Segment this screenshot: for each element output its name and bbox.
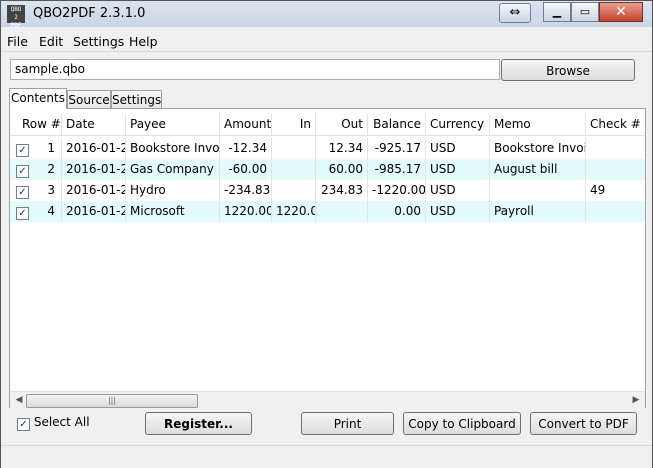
row-number: 1	[47, 141, 55, 155]
tab-source[interactable]: Source	[67, 90, 111, 108]
horizontal-scrollbar[interactable]: ◀ ||| ▶	[10, 391, 645, 408]
status-bar	[1, 445, 652, 468]
row-number-cell: ✓ 2	[10, 159, 62, 180]
out-cell: 60.00	[316, 159, 368, 180]
row-number-cell: ✓ 1	[10, 138, 62, 159]
app-icon: QBO 2 PDF	[7, 5, 25, 29]
transactions-grid[interactable]: Row # Date Payee Amount In Out Balance C…	[10, 109, 645, 391]
memo-cell	[490, 180, 586, 201]
table-row[interactable]: ✓ 2 2016-01-23 Gas Company -60.00 60.00 …	[10, 159, 645, 180]
header-payee[interactable]: Payee	[126, 114, 220, 135]
balance-cell: 0.00	[368, 201, 426, 222]
currency-cell: USD	[426, 159, 490, 180]
minimize-icon[interactable]: ▁	[543, 2, 571, 22]
table-header: Row # Date Payee Amount In Out Balance C…	[10, 114, 645, 136]
browse-button[interactable]: Browse	[501, 59, 635, 81]
currency-cell: USD	[426, 180, 490, 201]
tab-contents[interactable]: Contents	[9, 88, 67, 109]
header-check-number[interactable]: Check #	[586, 114, 645, 135]
select-all[interactable]: ✓ Select All	[17, 415, 90, 431]
copy-to-clipboard-button[interactable]: Copy to Clipboard	[403, 412, 521, 435]
header-currency[interactable]: Currency	[426, 114, 490, 135]
window-controls: ▁ ▭ ✕	[543, 2, 643, 22]
memo-cell: Bookstore Invoice	[490, 138, 586, 159]
register-button[interactable]: Register...	[145, 412, 252, 435]
row-checkbox[interactable]: ✓	[16, 186, 29, 199]
row-checkbox[interactable]: ✓	[16, 207, 29, 220]
check-number-cell: 49	[590, 183, 606, 197]
maximize-icon[interactable]: ▭	[571, 2, 599, 22]
date-cell: 2016-01-23	[62, 180, 126, 201]
in-cell	[272, 180, 316, 201]
menu-edit[interactable]: Edit	[39, 34, 63, 49]
print-button[interactable]: Print	[301, 412, 394, 435]
date-cell: 2016-01-23	[62, 159, 126, 180]
in-cell	[272, 159, 316, 180]
header-date[interactable]: Date	[62, 114, 126, 135]
title-bar[interactable]: QBO 2 PDF QBO2PDF 2.3.1.0 ⇔ ▁ ▭ ✕	[1, 1, 652, 29]
header-in[interactable]: In	[272, 114, 316, 135]
window-title: QBO2PDF 2.3.1.0	[33, 6, 146, 21]
close-icon[interactable]: ✕	[599, 2, 643, 22]
menu-settings[interactable]: Settings	[73, 34, 124, 49]
row-checkbox[interactable]: ✓	[16, 165, 29, 178]
amount-cell: 1220.00	[220, 201, 272, 222]
table-row[interactable]: ✓ 1 2016-01-23 Bookstore Invoice -12.34 …	[10, 138, 645, 159]
memo-cell: Payroll	[490, 201, 586, 222]
menu-bar: File Edit Settings Help	[1, 31, 652, 52]
table-row[interactable]: ✓ 3 2016-01-23 Hydro -234.83 234.83 -122…	[10, 180, 645, 201]
out-cell: 234.83	[316, 180, 368, 201]
convert-to-pdf-button[interactable]: Convert to PDF	[530, 412, 637, 435]
header-memo[interactable]: Memo	[490, 114, 586, 135]
currency-cell: USD	[426, 138, 490, 159]
check-number-cell	[586, 138, 645, 159]
scroll-thumb[interactable]: |||	[26, 394, 198, 408]
row-number: 2	[47, 162, 55, 176]
scroll-right-icon[interactable]: ▶	[629, 393, 643, 407]
tab-settings[interactable]: Settings	[111, 90, 162, 108]
row-number-cell: ✓ 3	[10, 180, 62, 201]
check-number-cell	[586, 201, 645, 222]
payee-cell: Microsoft	[126, 201, 220, 222]
header-out[interactable]: Out	[316, 114, 368, 135]
balance-cell: -985.17	[368, 159, 426, 180]
row-number: 3	[47, 183, 55, 197]
menu-help[interactable]: Help	[129, 34, 158, 49]
balance-cell: -925.17	[368, 138, 426, 159]
file-path-input[interactable]	[10, 59, 500, 80]
out-cell	[316, 201, 368, 222]
date-cell: 2016-01-24	[62, 201, 126, 222]
scroll-left-icon[interactable]: ◀	[12, 393, 26, 407]
app-window: QBO 2 PDF QBO2PDF 2.3.1.0 ⇔ ▁ ▭ ✕ File Edi…	[0, 0, 653, 468]
row-number-cell: ✓ 4	[10, 201, 62, 222]
resize-arrows-icon[interactable]: ⇔	[499, 3, 531, 23]
payee-cell: Hydro	[126, 180, 220, 201]
memo-cell: August bill	[490, 159, 586, 180]
amount-cell: -60.00	[220, 159, 272, 180]
table-row[interactable]: ✓ 4 2016-01-24 Microsoft 1220.00 1220.00…	[10, 201, 645, 222]
row-checkbox[interactable]: ✓	[16, 144, 29, 157]
header-row-number[interactable]: Row #	[10, 114, 62, 135]
in-cell: 1220.00	[272, 201, 316, 222]
select-all-checkbox[interactable]: ✓	[17, 418, 30, 431]
out-cell: 12.34	[316, 138, 368, 159]
scroll-grip-icon: |||	[107, 396, 117, 405]
date-cell: 2016-01-23	[62, 138, 126, 159]
currency-cell: USD	[426, 201, 490, 222]
check-number-cell	[586, 159, 645, 180]
select-all-label: Select All	[33, 415, 90, 429]
header-balance[interactable]: Balance	[368, 114, 426, 135]
balance-cell: -1220.00	[368, 180, 426, 201]
payee-cell: Gas Company	[126, 159, 220, 180]
contents-panel: Row # Date Payee Amount In Out Balance C…	[9, 108, 646, 408]
amount-cell: -12.34	[220, 138, 272, 159]
amount-cell: -234.83	[220, 180, 272, 201]
in-cell	[272, 138, 316, 159]
payee-cell: Bookstore Invoice	[126, 138, 220, 159]
row-number: 4	[47, 204, 55, 218]
menu-file[interactable]: File	[7, 34, 28, 49]
header-amount[interactable]: Amount	[220, 114, 272, 135]
